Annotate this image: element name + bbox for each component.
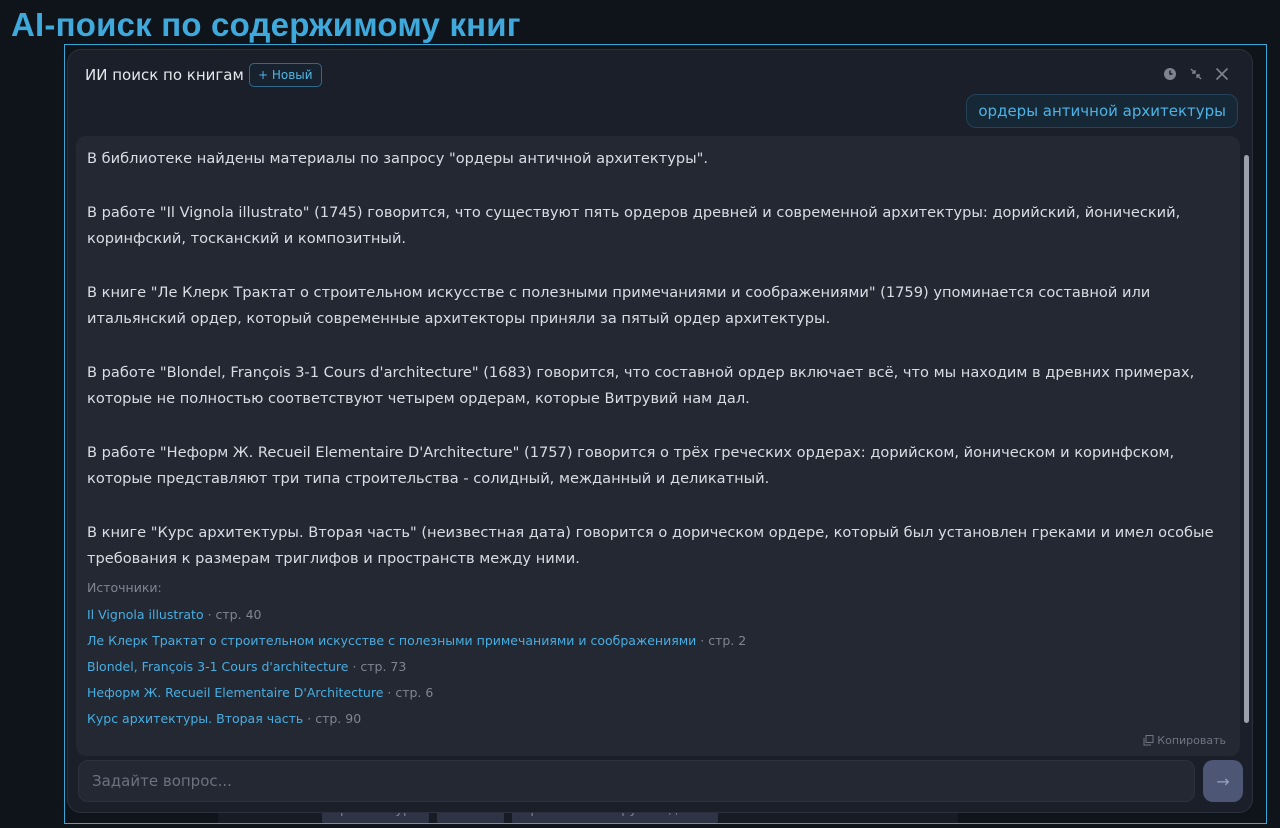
source-page: · стр. 6	[383, 685, 434, 700]
answer-paragraph: В работе "Blondel, François 3-1 Cours d'…	[87, 363, 1195, 408]
source-link[interactable]: Il Vignola illustrato	[87, 607, 204, 622]
user-message: ордеры античной архитектуры	[966, 94, 1238, 128]
send-button[interactable]: →	[1203, 760, 1243, 802]
answer-paragraph: В работе "Неформ Ж. Recueil Elementaire …	[87, 443, 1175, 488]
page-title: AI-поиск по содержимому книг	[11, 6, 521, 43]
sources-label: Источники:	[87, 580, 162, 595]
source-link[interactable]: Неформ Ж. Recueil Elementaire D'Architec…	[87, 685, 383, 700]
source-item: Blondel, François 3-1 Cours d'architectu…	[87, 658, 746, 684]
panel-title: ИИ поиск по книгам	[85, 66, 244, 84]
source-page: · стр. 2	[696, 633, 747, 648]
ai-search-panel: ИИ поиск по книгам + Новый ордеры античн…	[67, 49, 1253, 813]
header-icons	[1162, 66, 1230, 82]
source-link[interactable]: Курс архитектуры. Вторая часть	[87, 711, 303, 726]
answer-paragraph: В книге "Курс архитектуры. Вторая часть"…	[87, 523, 1214, 568]
copy-label: Копировать	[1157, 734, 1226, 747]
answer-paragraph: В книге "Ле Клерк Трактат о строительном…	[87, 283, 1151, 328]
panel-header: ИИ поиск по книгам + Новый	[68, 50, 1252, 100]
sources-list: Il Vignola illustrato · стр. 40 Ле Клерк…	[87, 606, 746, 736]
source-item: Курс архитектуры. Вторая часть · стр. 90	[87, 710, 746, 736]
minimize-icon[interactable]	[1188, 66, 1204, 82]
copy-icon	[1143, 735, 1154, 746]
source-page: · стр. 40	[203, 607, 262, 622]
source-link[interactable]: Ле Клерк Трактат о строительном искусств…	[87, 633, 696, 648]
copy-button[interactable]: Копировать	[1143, 734, 1226, 747]
source-item: Неформ Ж. Recueil Elementaire D'Architec…	[87, 684, 746, 710]
question-input[interactable]	[79, 761, 1194, 801]
answer-paragraph: В работе "Il Vignola illustrato" (1745) …	[87, 203, 1181, 248]
scrollbar-thumb[interactable]	[1244, 155, 1249, 723]
source-page: · стр. 73	[348, 659, 407, 674]
close-icon[interactable]	[1214, 66, 1230, 82]
chat-scrollbar[interactable]	[1244, 155, 1250, 723]
source-page: · стр. 90	[303, 711, 362, 726]
question-input-wrapper	[78, 760, 1195, 802]
history-icon[interactable]	[1162, 66, 1178, 82]
source-item: Ле Клерк Трактат о строительном искусств…	[87, 632, 746, 658]
assistant-answer: В библиотеке найдены материалы по запрос…	[76, 136, 1240, 756]
source-link[interactable]: Blondel, François 3-1 Cours d'architectu…	[87, 659, 348, 674]
new-chat-button[interactable]: + Новый	[249, 63, 322, 87]
answer-paragraph: В библиотеке найдены материалы по запрос…	[87, 150, 708, 167]
answer-text: В библиотеке найдены материалы по запрос…	[87, 146, 1227, 600]
source-item: Il Vignola illustrato · стр. 40	[87, 606, 746, 632]
